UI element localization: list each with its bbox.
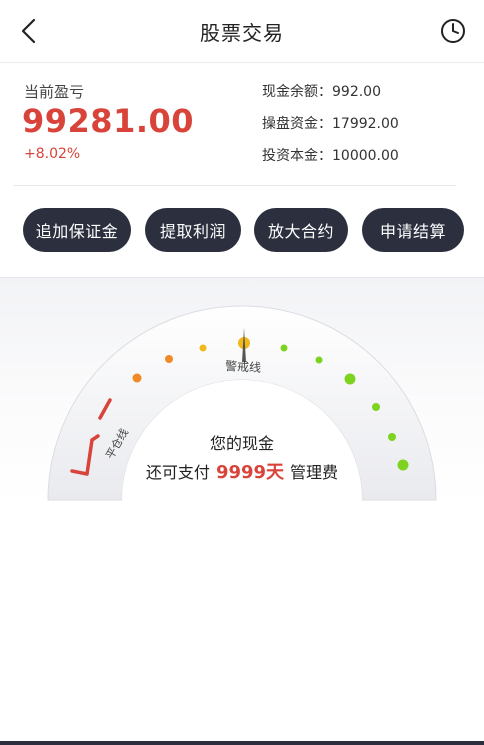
gauge-dot <box>199 344 207 352</box>
bottom-edge <box>0 741 484 745</box>
warning-label: 警戒线 <box>225 358 262 375</box>
account-summary: 当前盈亏 99281.00 +8.02% 现金余额：992.00 操盘资金：17… <box>0 62 484 184</box>
gauge-dot <box>315 356 323 364</box>
top-nav-bar: 股票交易 <box>0 0 484 63</box>
gauge-dot <box>372 403 380 411</box>
payable-prefix: 还可支付 <box>145 463 210 482</box>
principal-amount: 投资本金：10000.00 <box>262 148 399 164</box>
payable-suffix: 管理费 <box>290 463 339 482</box>
add-margin-button[interactable]: 追加保证金 <box>23 208 131 252</box>
gauge-dot <box>344 373 356 385</box>
trading-funds: 操盘资金：17992.00 <box>262 116 399 132</box>
pl-value: 99281.00 <box>22 102 195 140</box>
pl-label: 当前盈亏 <box>24 83 85 101</box>
divider <box>14 185 456 186</box>
cash-balance: 现金余额：992.00 <box>262 84 381 100</box>
gauge-payable: 还可支付 9999天 管理费 <box>0 458 484 484</box>
gauge-caption: 您的现金 <box>209 434 274 453</box>
expand-contract-button[interactable]: 放大合约 <box>254 208 348 252</box>
apply-settlement-button[interactable]: 申请结算 <box>362 208 464 252</box>
payable-days: 9999天 <box>215 462 285 483</box>
pl-percent: +8.02% <box>24 146 81 162</box>
gauge-dot <box>165 355 173 363</box>
history-button[interactable] <box>439 17 467 45</box>
withdraw-profit-button[interactable]: 提取利润 <box>145 208 241 252</box>
action-bar: 追加保证金 提取利润 放大合约 申请结算 <box>0 208 484 254</box>
page-title: 股票交易 <box>200 21 284 45</box>
risk-gauge: 警戒线 平仓线 您的现金 还可支付 9999天 管理费 <box>0 278 484 503</box>
clock-icon <box>441 19 465 43</box>
gauge-dot <box>280 344 288 352</box>
gauge-dot <box>132 373 142 383</box>
